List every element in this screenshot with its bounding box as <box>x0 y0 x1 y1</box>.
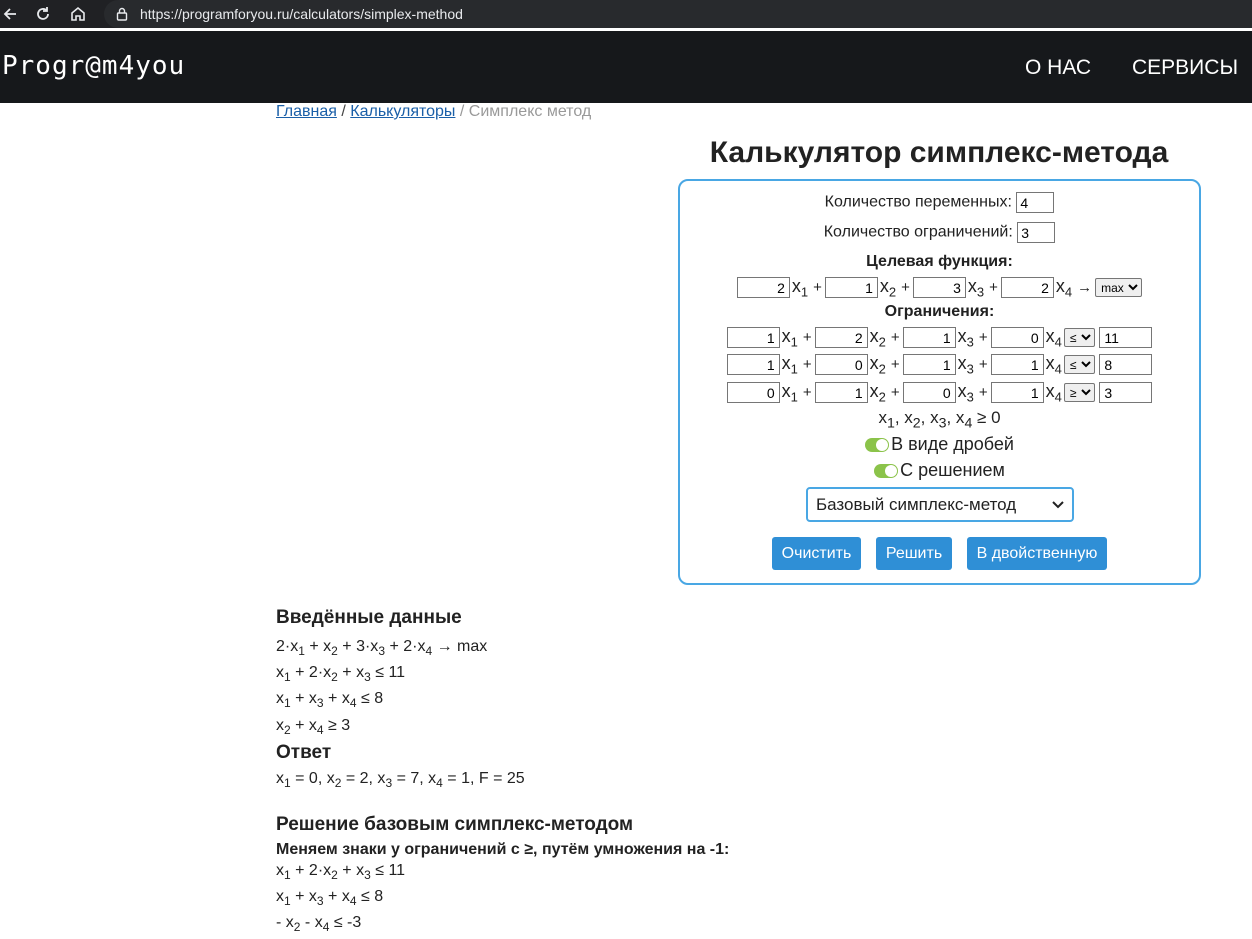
constraint-line: x2 + x4 ≥ 3 <box>276 716 351 737</box>
constraint-row-3: x1+x2+x3+x4≥ <box>680 381 1199 405</box>
breadcrumb-home-link[interactable]: Главная <box>276 103 337 120</box>
solution-line: x1 + 2·x2 + x3 ≤ 11 <box>276 862 406 883</box>
vars-count-input[interactable] <box>1016 192 1055 213</box>
constraint-2-coef-1[interactable] <box>726 354 780 376</box>
constraint-3-coef-3[interactable] <box>902 382 956 404</box>
objective-line: 2·x1 + x2 + 3·x3 + 2·x4 → max <box>276 638 488 659</box>
answer-section: Ответ x1 = 0, x2 = 2, x3 = 7, x4 = 1, F … <box>276 742 525 794</box>
constraint-3-coef-1[interactable] <box>726 382 780 404</box>
objective-coef-2[interactable] <box>824 277 878 299</box>
page-title: Калькулятор симплекс-метода <box>709 136 1169 169</box>
breadcrumb-calculators-link[interactable]: Калькуляторы <box>350 103 455 120</box>
site-header: Progr@m4you О НАС СЕРВИСЫ <box>0 31 1252 103</box>
objective-direction-select[interactable]: max <box>1095 278 1143 298</box>
objective-label: Целевая функция: <box>866 253 1013 270</box>
solution-section: Решение базовым симплекс-методом Меняем … <box>276 814 729 939</box>
breadcrumb-separator: / <box>341 103 346 120</box>
constraint-3-coef-2[interactable] <box>814 382 868 404</box>
constraint-1-sign-select[interactable]: ≤ <box>1063 328 1095 348</box>
to-dual-button[interactable]: В двойственную <box>967 537 1107 570</box>
fractions-toggle-label: В виде дробей <box>891 434 1014 454</box>
objective-coef-3[interactable] <box>912 277 966 299</box>
constraint-1-coef-1[interactable] <box>726 327 780 349</box>
answer-line: x1 = 0, x2 = 2, x3 = 7, x4 = 1, F = 25 <box>276 770 525 791</box>
clear-button[interactable]: Очистить <box>772 537 861 570</box>
breadcrumb-current: Симплекс метод <box>468 103 592 120</box>
objective-coef-1[interactable] <box>736 277 790 299</box>
constraint-2-sign-select[interactable]: ≤ <box>1063 355 1095 375</box>
nav-about-link[interactable]: О НАС <box>1025 56 1091 80</box>
url-text[interactable]: https://programforyou.ru/calculators/sim… <box>140 6 463 22</box>
input-data-section: Введённые данные 2·x1 + x2 + 3·x3 + 2·x4… <box>276 607 487 741</box>
nav-services-link[interactable]: СЕРВИСЫ <box>1132 56 1238 80</box>
solution-toggle[interactable] <box>874 464 899 479</box>
input-data-title: Введённые данные <box>276 607 462 628</box>
constraint-1-coef-3[interactable] <box>902 327 956 349</box>
constraints-label: Ограничения: <box>884 303 995 320</box>
var-x2: x2 <box>879 276 897 300</box>
constraint-1-coef-2[interactable] <box>814 327 868 349</box>
var-x1: x1 <box>791 276 809 300</box>
method-select-value: Базовый симплекс-метод <box>816 494 1017 514</box>
site-info-icon[interactable] <box>114 6 130 22</box>
var-x4: x4 <box>1055 276 1073 300</box>
solve-button[interactable]: Решить <box>876 537 952 570</box>
breadcrumb-separator: / <box>459 103 465 120</box>
constraint-row-2: x1+x2+x3+x4≤ <box>680 353 1199 377</box>
fractions-toggle-row: В виде дробей <box>680 434 1199 455</box>
constraint-2-coef-4[interactable] <box>990 354 1044 376</box>
constraint-line: x1 + x3 + x4 ≤ 8 <box>276 690 384 711</box>
cons-count-row: Количество ограничений: <box>680 222 1199 243</box>
reload-icon[interactable] <box>28 0 58 28</box>
solution-toggle-row: С решением <box>680 460 1199 481</box>
constraint-1-rhs[interactable] <box>1099 327 1153 349</box>
solution-line: - x2 - x4 ≤ -3 <box>276 914 362 935</box>
chevron-down-icon <box>1052 500 1064 508</box>
method-select[interactable]: Базовый симплекс-метод <box>806 487 1074 522</box>
var-x3: x3 <box>967 276 985 300</box>
site-logo[interactable]: Progr@m4you <box>2 51 185 81</box>
cons-count-label: Количество ограничений: <box>823 223 1013 241</box>
vars-count-label: Количество переменных: <box>824 193 1012 211</box>
constraint-2-coef-2[interactable] <box>814 354 868 376</box>
arrow-icon: → <box>1077 279 1093 296</box>
browser-toolbar: https://programforyou.ru/calculators/sim… <box>0 0 1252 28</box>
solution-line: x1 + x3 + x4 ≤ 8 <box>276 888 384 909</box>
constraint-row-1: x1+x2+x3+x4≤ <box>680 326 1199 350</box>
home-icon[interactable] <box>63 0 93 28</box>
nonnegativity-condition: x1, x2, x3, x4 ≥ 0 <box>878 408 1001 432</box>
vars-count-row: Количество переменных: <box>680 192 1199 213</box>
breadcrumb: Главная / Калькуляторы / Симплекс метод <box>276 103 591 121</box>
cons-count-input[interactable] <box>1017 222 1056 243</box>
constraint-3-sign-select[interactable]: ≥ <box>1063 383 1095 403</box>
objective-coef-4[interactable] <box>1000 277 1054 299</box>
solution-note: Меняем знаки у ограничений с ≥, путём ум… <box>276 841 730 858</box>
objective-row: x1+x2+x3+x4→max <box>680 276 1199 300</box>
constraint-3-coef-4[interactable] <box>990 382 1044 404</box>
address-bar[interactable]: https://programforyou.ru/calculators/sim… <box>104 0 1252 28</box>
constraint-line: x1 + 2·x2 + x3 ≤ 11 <box>276 664 406 685</box>
solution-title: Решение базовым симплекс-методом <box>276 814 634 835</box>
fractions-toggle[interactable] <box>865 438 890 453</box>
constraint-3-rhs[interactable] <box>1099 382 1153 404</box>
calculator-panel: Количество переменных: Количество ограни… <box>678 179 1201 585</box>
solution-toggle-label: С решением <box>900 460 1005 480</box>
answer-title: Ответ <box>276 742 332 763</box>
constraint-1-coef-4[interactable] <box>990 327 1044 349</box>
back-icon[interactable] <box>0 0 26 28</box>
constraint-2-coef-3[interactable] <box>902 354 956 376</box>
constraint-2-rhs[interactable] <box>1099 354 1153 376</box>
